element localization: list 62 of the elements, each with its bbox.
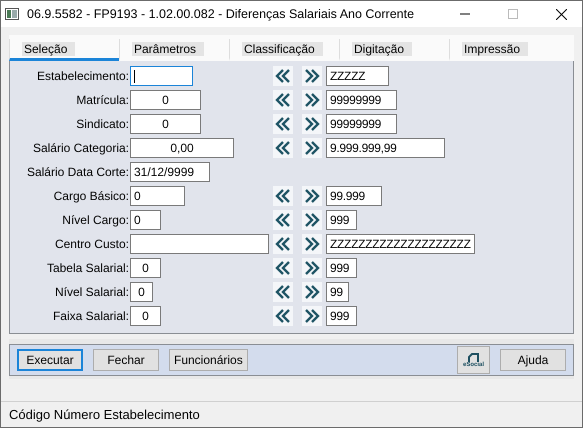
input-field[interactable]: 0 [130,306,161,326]
input-field[interactable]: 0 [130,258,161,278]
field-label: Salário Categoria: [32,140,130,157]
action-button[interactable]: Funcionários [169,349,248,371]
input-field[interactable]: 31/12/9999 [130,162,210,182]
double-left-arrow-button[interactable] [273,90,293,110]
field-label: Centro Custo: [54,236,130,253]
input-field[interactable]: 999 [326,210,357,230]
field-label: Nível Salarial: [54,284,130,301]
input-field[interactable]: 0 [130,282,153,302]
field-label: Sindicato: [75,116,130,133]
input-field[interactable]: 999 [326,306,357,326]
double-right-arrow-button[interactable] [302,138,322,158]
input-field[interactable]: 99999999 [326,114,397,134]
action-button[interactable]: Fechar [93,349,159,371]
input-field[interactable]: 0 [130,210,161,230]
action-button[interactable]: Executar [17,349,83,371]
double-left-arrow-button[interactable] [273,210,293,230]
field-label: Nível Cargo: [61,212,130,229]
input-field[interactable]: 9.999.999,99 [326,138,445,158]
input-field[interactable]: 0,00 [130,138,234,158]
input-field[interactable]: 0 [130,186,185,206]
input-field[interactable]: 99.999 [326,186,382,206]
input-field[interactable] [130,234,269,254]
field-label: Matrícula: [75,92,130,109]
double-left-arrow-button[interactable] [273,186,293,206]
double-right-arrow-button[interactable] [302,282,322,302]
window-title: 06.9.5582 - FP9193 - 1.02.00.082 - Diferenças Salariais Ano Corrente [27,6,414,23]
double-right-arrow-button[interactable] [302,90,322,110]
double-left-arrow-button[interactable] [273,138,293,158]
field-label: Cargo Básico: [52,188,130,205]
field-label: Salário Data Corte: [26,164,130,181]
double-right-arrow-button[interactable] [302,114,322,134]
action-button[interactable]: Ajuda [500,349,566,371]
field-label: Tabela Salarial: [46,260,130,277]
double-right-arrow-button[interactable] [302,306,322,326]
field-label: Faixa Salarial: [52,308,130,325]
input-field[interactable]: 99999999 [326,90,397,110]
field-label: Estabelecimento: [36,68,130,85]
double-left-arrow-button[interactable] [273,282,293,302]
input-field[interactable]: 999 [326,258,357,278]
text-caret [134,70,135,84]
close-icon[interactable] [556,8,567,20]
input-field[interactable]: 0 [130,114,201,134]
double-right-arrow-button[interactable] [302,66,322,86]
double-left-arrow-button[interactable] [273,306,293,326]
double-left-arrow-button[interactable] [273,114,293,134]
esocial-logo-icon [468,352,480,362]
double-right-arrow-button[interactable] [302,234,322,254]
input-field[interactable]: 0 [130,90,201,110]
input-field[interactable]: 99 [326,282,349,302]
double-left-arrow-button[interactable] [273,66,293,86]
input-field[interactable] [130,66,193,86]
input-field[interactable]: ZZZZZ [326,66,389,86]
input-field[interactable]: ZZZZZZZZZZZZZZZZZZZZ [326,234,475,254]
status-text: Código Número Estabelecimento [9,406,200,424]
double-left-arrow-button[interactable] [273,258,293,278]
double-left-arrow-button[interactable] [273,234,293,254]
double-right-arrow-button[interactable] [302,186,322,206]
double-right-arrow-button[interactable] [302,210,322,230]
app-icon [5,8,19,20]
double-right-arrow-button[interactable] [302,258,322,278]
